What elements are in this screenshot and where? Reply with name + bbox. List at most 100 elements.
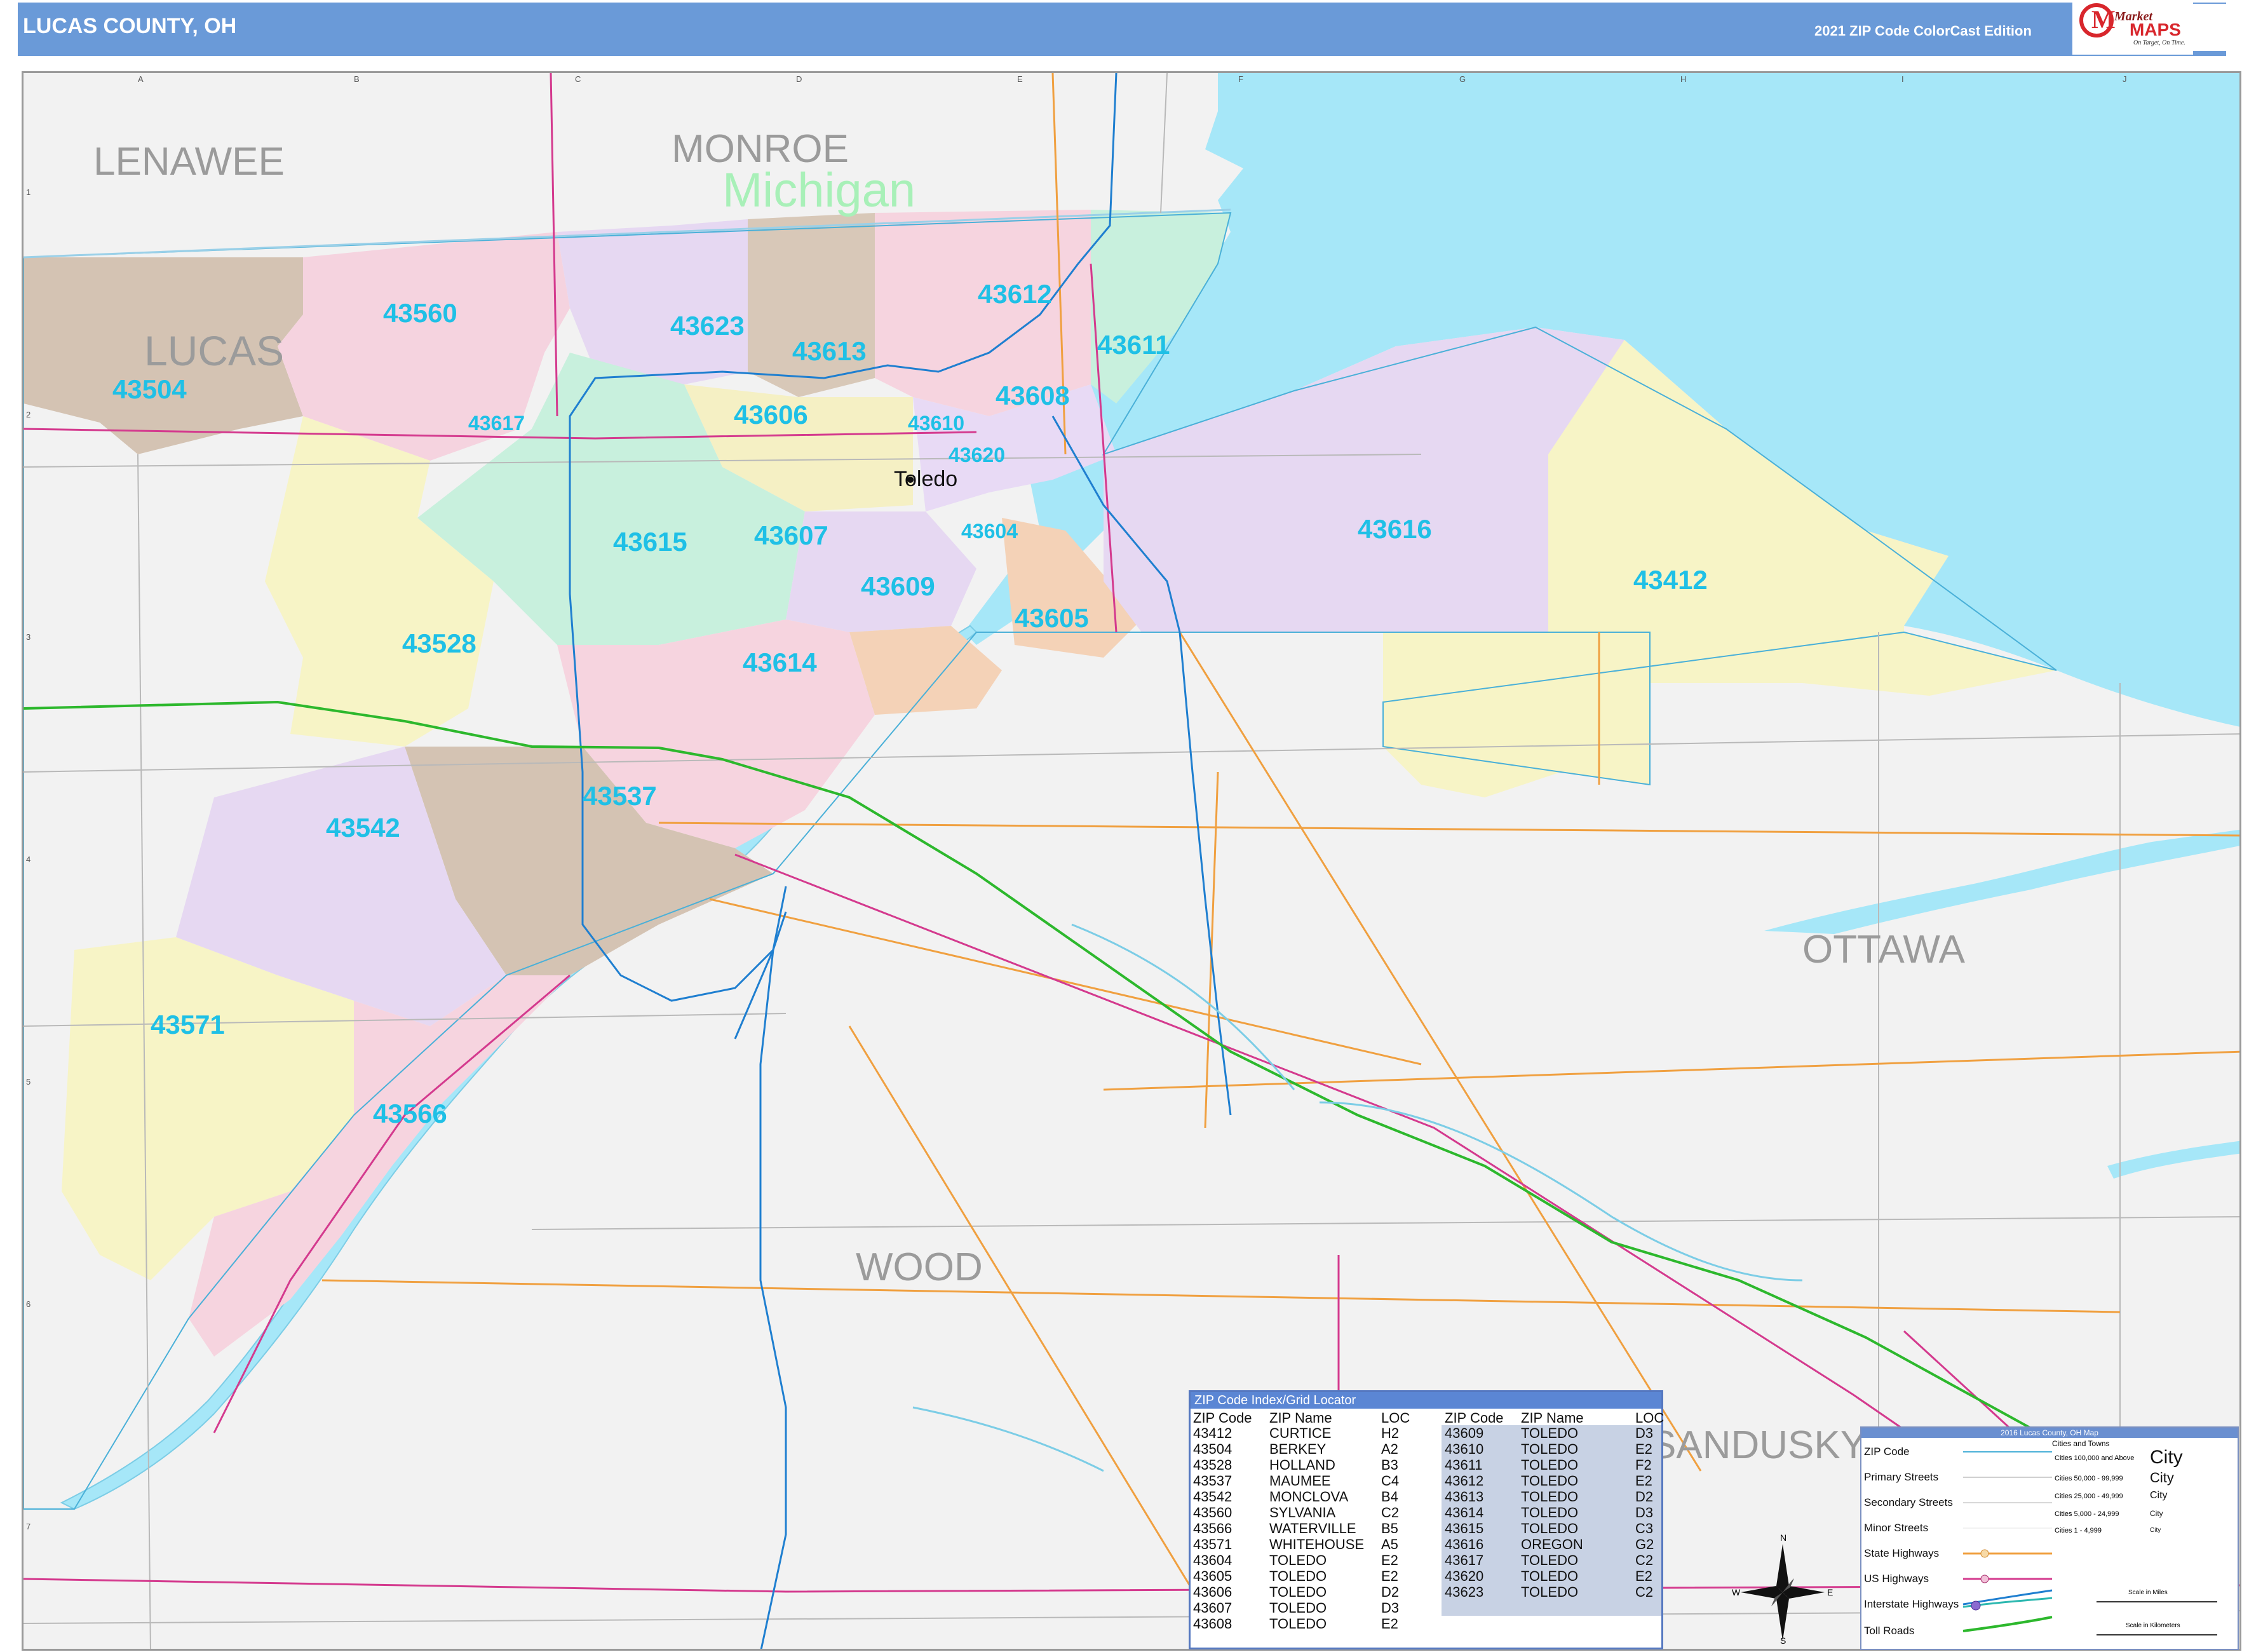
grid-row-4: 4 xyxy=(26,855,31,864)
zip-label: 43542 xyxy=(326,813,400,843)
index-zip: 43616 xyxy=(1445,1536,1484,1552)
zip-label: 43607 xyxy=(754,520,828,550)
county-label-lenawee: LENAWEE xyxy=(93,140,285,184)
grid-col-j: J xyxy=(2123,74,2127,84)
index-zip: 43612 xyxy=(1445,1473,1484,1489)
legend-item-minor: Minor Streets xyxy=(1864,1522,1929,1534)
index-row: 43607 TOLEDO D3 xyxy=(1191,1600,1661,1616)
index-row: 43616 OREGON G2 xyxy=(1191,1536,1661,1552)
county-label-lucas: LUCAS xyxy=(144,327,284,374)
index-name: TOLEDO xyxy=(1521,1505,1579,1520)
compass-rose: N S W E xyxy=(1732,1533,1833,1646)
compass-w: W xyxy=(1732,1587,1741,1597)
legend-city-sample-5: City xyxy=(2150,1527,2161,1534)
legend-city-range-2: Cities 50,000 - 99,999 xyxy=(2055,1475,2123,1482)
index-row: 43610 TOLEDO E2 xyxy=(1191,1441,1661,1457)
legend-item-state-hwy: State Highways xyxy=(1864,1547,1940,1559)
zip-label: 43560 xyxy=(383,298,457,328)
index-zip: 43611 xyxy=(1445,1457,1483,1473)
compass-e: E xyxy=(1827,1587,1833,1597)
index-row: 43623 TOLEDO C2 xyxy=(1191,1584,1661,1600)
legend-item-us-hwy: US Highways xyxy=(1864,1573,1929,1585)
legend-city-sample-3: City xyxy=(2150,1490,2168,1501)
legend-item-toll: Toll Roads xyxy=(1864,1625,1915,1637)
index-zip: 43623 xyxy=(1445,1584,1484,1600)
map-title: LUCAS COUNTY, OH xyxy=(23,14,237,38)
city-label-toledo: Toledo xyxy=(894,467,957,491)
index-row: 43608 TOLEDO E2 xyxy=(1191,1616,1661,1632)
index-name: TOLEDO xyxy=(1521,1489,1579,1505)
index-loc: E2 xyxy=(1635,1473,1652,1489)
logo-tagline: On Target, On Time. xyxy=(2133,39,2185,46)
grid-col-f: F xyxy=(1238,74,1243,84)
zip-label: 43566 xyxy=(373,1099,447,1128)
logo-brand: MAPS xyxy=(2130,20,2181,39)
zip-index-title: ZIP Code Index/Grid Locator xyxy=(1191,1392,1661,1409)
market-maps-logo: M Market MAPS On Target, On Time. xyxy=(2072,1,2193,55)
index-loc: C2 xyxy=(1635,1552,1654,1568)
zip-43613-area xyxy=(748,213,875,397)
zip-label: 43608 xyxy=(996,381,1070,410)
compass-n: N xyxy=(1780,1533,1787,1543)
index-zip: 43613 xyxy=(1445,1489,1484,1505)
map-canvas[interactable]: LENAWEE MONROE LUCAS OTTAWA WOOD SANDUSK… xyxy=(22,71,2241,1651)
index-loc: G2 xyxy=(1635,1536,1654,1552)
index-loc: D3 xyxy=(1635,1505,1654,1520)
grid-row-6: 6 xyxy=(26,1299,31,1309)
legend-item-secondary: Secondary Streets xyxy=(1864,1496,1953,1508)
grid-col-h: H xyxy=(1680,74,1687,84)
state-label-michigan: Michigan xyxy=(722,163,915,217)
index-name: TOLEDO xyxy=(1521,1520,1579,1536)
index-name: TOLEDO xyxy=(1521,1552,1579,1568)
grid-col-d: D xyxy=(796,74,802,84)
index-zip: 43608 xyxy=(1193,1616,1232,1632)
index-name: TOLEDO xyxy=(1521,1441,1579,1457)
legend-city-range-5: Cities 1 - 4,999 xyxy=(2055,1527,2102,1534)
legend-scale-km: Scale in Kilometers xyxy=(2126,1622,2180,1629)
index-row: 43620 TOLEDO E2 xyxy=(1191,1568,1661,1584)
legend-city-sample-4: City xyxy=(2150,1509,2163,1518)
zip-label: 43616 xyxy=(1358,514,1432,544)
index-zip: 43615 xyxy=(1445,1520,1484,1536)
index-row: 43611 TOLEDO F2 xyxy=(1191,1457,1661,1473)
idx-col-zip-right: ZIP Code xyxy=(1445,1410,1504,1426)
index-loc: D3 xyxy=(1381,1600,1400,1616)
compass-icon xyxy=(1741,1544,1825,1641)
index-loc: C3 xyxy=(1635,1520,1654,1536)
legend-title: 2016 Lucas County, OH Map xyxy=(1861,1428,2238,1438)
idx-col-loc-right: LOC xyxy=(1635,1410,1665,1426)
zip-label: 43620 xyxy=(949,443,1005,466)
zip-43412-south xyxy=(1383,632,1650,797)
legend-item-primary: Primary Streets xyxy=(1864,1471,1939,1483)
index-loc: D3 xyxy=(1635,1425,1654,1441)
index-row: 43614 TOLEDO D3 xyxy=(1191,1505,1661,1520)
index-loc: E2 xyxy=(1635,1441,1652,1457)
zip-label: 43610 xyxy=(908,412,964,435)
legend-item-zip: ZIP Code xyxy=(1864,1446,1910,1458)
grid-row-1: 1 xyxy=(26,187,31,197)
zip-label: 43611 xyxy=(1097,330,1170,360)
grid-col-b: B xyxy=(354,74,360,84)
edition-label: 2021 ZIP Code ColorCast Edition xyxy=(1814,23,2032,39)
index-row: 43609 TOLEDO D3 xyxy=(1191,1425,1661,1441)
county-label-sandusky: SANDUSKY xyxy=(1650,1423,1867,1467)
idx-col-zip-left: ZIP Code xyxy=(1193,1410,1252,1426)
zip-label: 43605 xyxy=(1015,603,1089,633)
index-name: TOLEDO xyxy=(1521,1473,1579,1489)
legend-city-sample-1: City xyxy=(2150,1447,2183,1468)
zip-label: 43504 xyxy=(112,374,187,404)
index-zip: 43620 xyxy=(1445,1568,1484,1584)
zip-label: 43528 xyxy=(402,628,476,658)
index-name: TOLEDO xyxy=(1521,1457,1579,1473)
legend-symbols xyxy=(1962,1451,2217,1635)
index-row: 43617 TOLEDO C2 xyxy=(1191,1552,1661,1568)
county-label-ottawa: OTTAWA xyxy=(1802,928,1966,972)
map-svg: LENAWEE MONROE LUCAS OTTAWA WOOD SANDUSK… xyxy=(24,73,2239,1649)
grid-col-c: C xyxy=(575,74,581,84)
index-zip: 43614 xyxy=(1445,1505,1484,1520)
index-zip: 43610 xyxy=(1445,1441,1484,1457)
legend-cities-header: Cities and Towns xyxy=(2052,1439,2110,1448)
index-row: 43612 TOLEDO E2 xyxy=(1191,1473,1661,1489)
svg-text:M: M xyxy=(2091,5,2116,34)
map-legend: 2016 Lucas County, OH Map ZIP Code Prima… xyxy=(1860,1426,2239,1650)
